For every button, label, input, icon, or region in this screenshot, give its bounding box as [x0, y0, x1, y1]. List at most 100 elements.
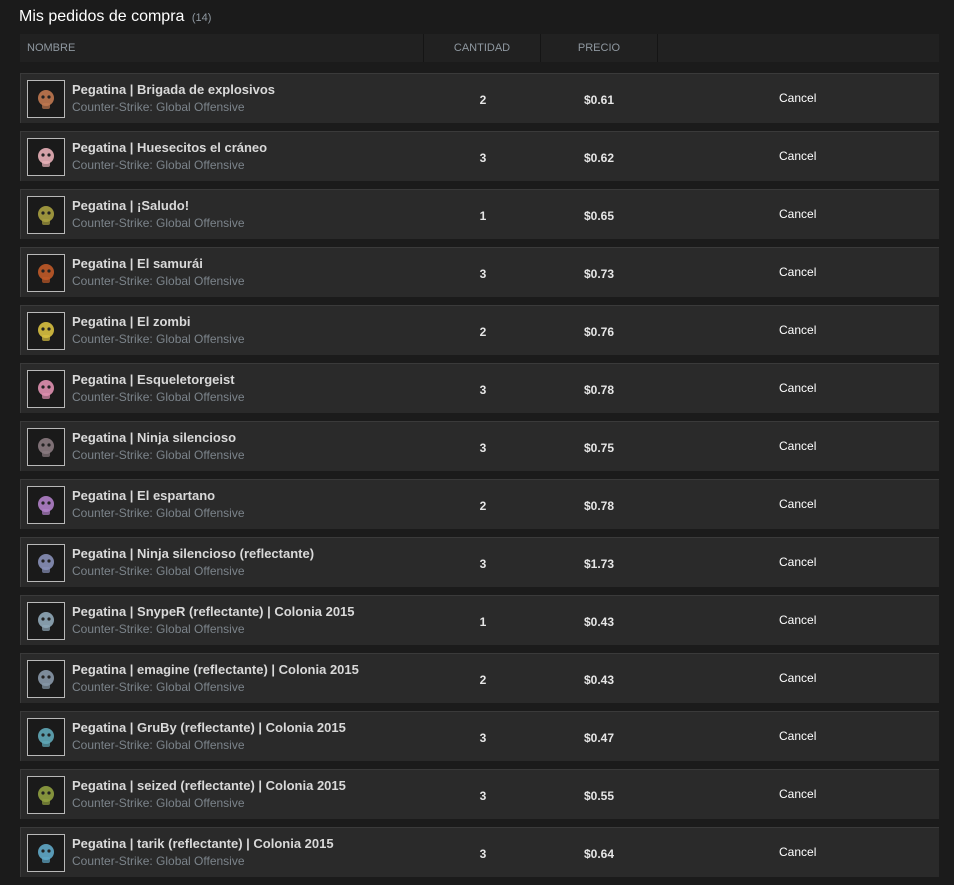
sticker-snyper-icon — [38, 612, 54, 631]
table-row: Pegatina | Ninja silencioso (reflectante… — [20, 537, 939, 587]
table-row: Pegatina | SnypeR (reflectante) | Coloni… — [20, 595, 939, 645]
item-thumbnail[interactable] — [27, 428, 65, 466]
item-name-link[interactable]: Pegatina | SnypeR (reflectante) | Coloni… — [72, 604, 355, 619]
item-game: Counter-Strike: Global Offensive — [72, 390, 245, 404]
sticker-salute-icon — [38, 206, 54, 225]
sticker-emagine-icon — [38, 670, 54, 689]
item-quantity: 3 — [479, 557, 487, 571]
cancel-button[interactable]: Cancel — [779, 265, 816, 279]
cancel-button[interactable]: Cancel — [779, 207, 816, 221]
item-price: $0.78 — [583, 383, 615, 397]
cancel-button[interactable]: Cancel — [779, 323, 816, 337]
item-thumbnail[interactable] — [27, 138, 65, 176]
table-header: NOMBRE CANTIDAD PRECIO — [20, 34, 939, 62]
item-thumbnail[interactable] — [27, 544, 65, 582]
cancel-button[interactable]: Cancel — [779, 149, 816, 163]
table-row: Pegatina | GruBy (reflectante) | Colonia… — [20, 711, 939, 761]
sticker-ninja-foil-icon — [38, 554, 54, 573]
sticker-samurai-icon — [38, 264, 54, 283]
item-name-link[interactable]: Pegatina | El zombi — [72, 314, 191, 329]
item-quantity: 3 — [479, 267, 487, 281]
item-price: $0.43 — [583, 673, 615, 687]
item-game: Counter-Strike: Global Offensive — [72, 100, 245, 114]
item-name-link[interactable]: Pegatina | GruBy (reflectante) | Colonia… — [72, 720, 346, 735]
item-game: Counter-Strike: Global Offensive — [72, 158, 245, 172]
cancel-button[interactable]: Cancel — [779, 439, 816, 453]
item-thumbnail[interactable] — [27, 196, 65, 234]
table-row: Pegatina | El espartano Counter-Strike: G… — [20, 479, 939, 529]
item-game: Counter-Strike: Global Offensive — [72, 854, 245, 868]
item-thumbnail[interactable] — [27, 602, 65, 640]
item-quantity: 2 — [479, 93, 487, 107]
item-name-link[interactable]: Pegatina | ¡Saludo! — [72, 198, 189, 213]
page-title: Mis pedidos de compra (14) — [19, 8, 211, 26]
item-name-link[interactable]: Pegatina | seized (reflectante) | Coloni… — [72, 778, 346, 793]
item-name-link[interactable]: Pegatina | El espartano — [72, 488, 215, 503]
item-name-link[interactable]: Pegatina | tarik (reflectante) | Colonia… — [72, 836, 334, 851]
item-price: $0.78 — [583, 499, 615, 513]
sticker-skull-icon — [38, 148, 54, 167]
item-quantity: 3 — [479, 441, 487, 455]
sticker-zombie-icon — [38, 322, 54, 341]
item-price: $0.55 — [583, 789, 615, 803]
item-price: $0.47 — [583, 731, 615, 745]
cancel-button[interactable]: Cancel — [779, 555, 816, 569]
header-quantity: CANTIDAD — [424, 34, 541, 62]
item-game: Counter-Strike: Global Offensive — [72, 216, 245, 230]
item-price: $0.76 — [583, 325, 615, 339]
item-name-link[interactable]: Pegatina | Huesecitos el cráneo — [72, 140, 267, 155]
table-row: Pegatina | Esqueletorgeist Counter-Strike… — [20, 363, 939, 413]
cancel-button[interactable]: Cancel — [779, 671, 816, 685]
item-thumbnail[interactable] — [27, 776, 65, 814]
header-price: PRECIO — [541, 34, 658, 62]
item-name-link[interactable]: Pegatina | Ninja silencioso — [72, 430, 236, 445]
table-row: Pegatina | Huesecitos el cráneo Counter-S… — [20, 131, 939, 181]
cancel-button[interactable]: Cancel — [779, 91, 816, 105]
item-thumbnail[interactable] — [27, 254, 65, 292]
item-thumbnail[interactable] — [27, 370, 65, 408]
item-thumbnail[interactable] — [27, 312, 65, 350]
table-row: Pegatina | tarik (reflectante) | Colonia… — [20, 827, 939, 877]
sticker-seized-icon — [38, 786, 54, 805]
item-name-link[interactable]: Pegatina | Brigada de explosivos — [72, 82, 275, 97]
cancel-button[interactable]: Cancel — [779, 845, 816, 859]
item-thumbnail[interactable] — [27, 486, 65, 524]
page-title-text: Mis pedidos de compra — [19, 8, 185, 25]
item-quantity: 2 — [479, 673, 487, 687]
item-thumbnail[interactable] — [27, 834, 65, 872]
item-price: $0.75 — [583, 441, 615, 455]
order-count: (14) — [191, 12, 212, 24]
item-game: Counter-Strike: Global Offensive — [72, 332, 245, 346]
table-row: Pegatina | El samurái Counter-Strike: Glo… — [20, 247, 939, 297]
cancel-button[interactable]: Cancel — [779, 729, 816, 743]
header-actions — [658, 34, 939, 62]
item-name-link[interactable]: Pegatina | El samurái — [72, 256, 203, 271]
table-row: Pegatina | El zombi Counter-Strike: Globa… — [20, 305, 939, 355]
item-name-link[interactable]: Pegatina | emagine (reflectante) | Colon… — [72, 662, 359, 677]
item-quantity: 3 — [479, 151, 487, 165]
item-quantity: 1 — [479, 615, 487, 629]
item-thumbnail[interactable] — [27, 718, 65, 756]
item-quantity: 3 — [479, 383, 487, 397]
header-name: NOMBRE — [20, 34, 424, 62]
item-name-link[interactable]: Pegatina | Esqueletorgeist — [72, 372, 235, 387]
table-row: Pegatina | Ninja silencioso Counter-Strik… — [20, 421, 939, 471]
item-game: Counter-Strike: Global Offensive — [72, 738, 245, 752]
cancel-button[interactable]: Cancel — [779, 497, 816, 511]
buy-orders-list: Pegatina | Brigada de explosivos Counter-… — [20, 73, 939, 885]
sticker-bomb-squad-icon — [38, 90, 54, 109]
item-thumbnail[interactable] — [27, 660, 65, 698]
item-thumbnail[interactable] — [27, 80, 65, 118]
sticker-tarik-icon — [38, 844, 54, 863]
item-game: Counter-Strike: Global Offensive — [72, 564, 245, 578]
item-game: Counter-Strike: Global Offensive — [72, 506, 245, 520]
cancel-button[interactable]: Cancel — [779, 787, 816, 801]
item-game: Counter-Strike: Global Offensive — [72, 622, 245, 636]
sticker-skeleton-icon — [38, 380, 54, 399]
item-name-link[interactable]: Pegatina | Ninja silencioso (reflectante… — [72, 546, 314, 561]
cancel-button[interactable]: Cancel — [779, 381, 816, 395]
item-price: $0.64 — [583, 847, 615, 861]
item-quantity: 3 — [479, 847, 487, 861]
item-game: Counter-Strike: Global Offensive — [72, 274, 245, 288]
cancel-button[interactable]: Cancel — [779, 613, 816, 627]
